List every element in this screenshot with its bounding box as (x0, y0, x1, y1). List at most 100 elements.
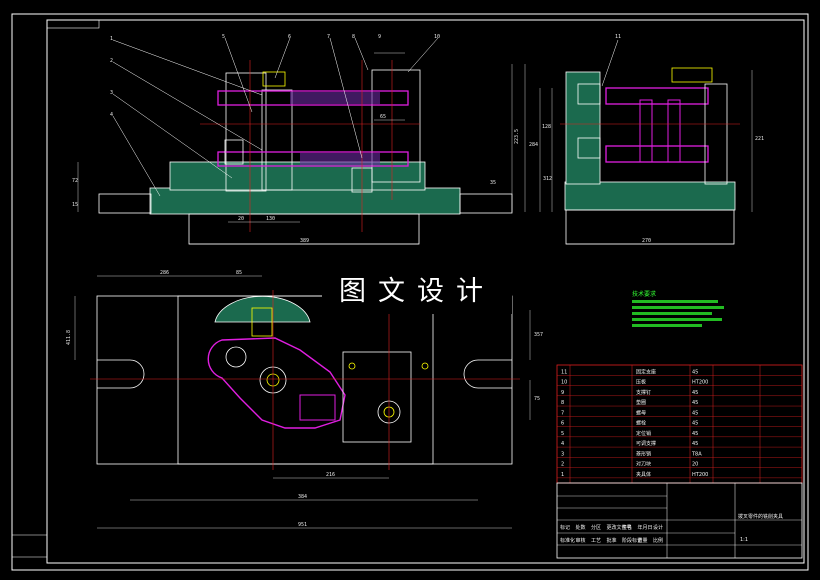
dim-label-front-h3: 72 (72, 178, 78, 184)
side-top-nut (671, 67, 713, 83)
plan-workpiece (207, 337, 346, 429)
bom-item-number: 8 (561, 400, 564, 406)
balloon-2: 2 (110, 58, 113, 64)
balloon-9: 9 (378, 34, 381, 40)
dim-label-plan-slot: 216 (326, 472, 335, 478)
balloon-10: 10 (434, 34, 440, 40)
dim-label-plan-top-mid: 85 (236, 270, 242, 276)
balloon-1: 1 (110, 36, 113, 42)
notes-line-2 (632, 306, 724, 309)
bom-item-number: 1 (561, 472, 564, 478)
balloon-11: 11 (615, 34, 621, 40)
dim-label-front-height: 223.5 (514, 129, 520, 144)
dim-label-plan-right: 357 (534, 332, 543, 338)
bom-item-number: 3 (561, 451, 564, 457)
title-cell-label: 审核 (576, 537, 586, 544)
notes-line-4 (632, 318, 722, 321)
plan-bracket (342, 351, 412, 443)
dim-label-front-width: 389 (300, 238, 309, 244)
technical-notes: 技术要求 (632, 290, 724, 327)
bom-item-material: 45 (692, 441, 698, 447)
bom-item-name: 可调支撑 (636, 440, 656, 447)
balloon-8: 8 (352, 34, 355, 40)
title-cell-label: 标记 (560, 524, 570, 531)
dim-label-side-h1: 128 (542, 124, 551, 130)
bom-item-name: 螺栓 (636, 420, 646, 427)
dim-label-plan-top-left: 286 (160, 270, 169, 276)
bom-item-name: 对刀块 (636, 461, 651, 468)
bom-item-number: 4 (561, 441, 564, 447)
plan-left-u-slot (97, 359, 145, 389)
balloon-3: 3 (110, 90, 113, 96)
notes-line-5 (632, 324, 702, 327)
leader-2 (112, 61, 263, 151)
side-upper-plate (605, 87, 709, 105)
front-base (149, 187, 461, 215)
title-cell-label: 比例 (653, 537, 663, 544)
dim-label-front-h4: 15 (72, 202, 78, 208)
bom-item-material: HT200 (692, 380, 708, 386)
title-cell-label: 工艺 (591, 538, 601, 544)
bom-item-name: 螺母 (636, 409, 646, 416)
dim-label-plan-inner: 384 (298, 494, 307, 500)
leader-5 (224, 37, 253, 113)
title-cell-label: 重量 (638, 537, 648, 544)
balloon-5: 5 (222, 34, 225, 40)
dim-label-side-h3: 221 (755, 136, 764, 142)
side-post-2 (667, 99, 681, 163)
bom-item-name: 菱形销 (636, 450, 651, 457)
plan-hole-b (421, 362, 429, 370)
bom-frame (556, 364, 803, 484)
title-cell-label: 设计 (653, 524, 663, 531)
leader-9 (407, 37, 439, 73)
front-lower-plate-hatch (300, 153, 380, 165)
bom-item-number: 6 (561, 421, 564, 427)
front-foot-right (459, 193, 513, 214)
bom-item-material: 45 (692, 390, 698, 396)
bom-item-name: 固定支座 (636, 368, 656, 375)
bom-item-name: 压板 (636, 379, 646, 386)
dim-label-front-d2: 20 (238, 216, 244, 222)
plan-top-arc (214, 295, 311, 323)
title-misc: 标记 处数 分区 更改文件号签名 年月日 设计标准化 审核 工艺 批准 阶段标记重量 比例 (560, 524, 663, 544)
watermark: 图文设计 (322, 270, 512, 314)
title-frame (556, 482, 803, 559)
bom-item-number: 5 (561, 431, 564, 437)
leader-4 (112, 115, 161, 197)
side-post-1 (639, 99, 653, 163)
dim-label-front-h5: 35 (490, 180, 496, 186)
front-view (77, 37, 526, 245)
dim-label-side-width: 270 (642, 238, 651, 244)
balloon-4: 4 (110, 112, 113, 118)
bom-item-material: 20 (692, 462, 698, 468)
dim-label-plan-width: 951 (298, 522, 307, 528)
side-leader (601, 39, 619, 87)
dim-label-front-d3: 65 (380, 114, 386, 120)
plan-hole-left (225, 346, 247, 368)
balloon-7: 7 (327, 34, 330, 40)
notes-line-3 (632, 312, 712, 315)
bom-item-material: T8A (691, 451, 702, 457)
leader-8 (354, 37, 369, 71)
title-block: 拨叉零件的铣削夹具 1:1 标记 处数 分区 更改文件号签名 年月日 设计标准化 审核 工艺批… (556, 482, 803, 559)
plan-right-u-slot (463, 359, 512, 389)
side-base (564, 181, 736, 211)
bom-item-material: 45 (692, 421, 698, 427)
title-scale: 1:1 (740, 537, 748, 543)
plan-hole-a (348, 362, 356, 370)
title-cell-label: 标准化 (560, 537, 575, 544)
bom-item-material: 45 (692, 369, 698, 375)
bom-item-material: 45 (692, 431, 698, 437)
dim-label-front-d1: 130 (266, 216, 275, 222)
bom-item-number: 2 (561, 462, 564, 468)
bom-text: 11 固定支座 45 10 压板 HT200 9 支撑钉 45 8 垫圈 45 7 螺母 45 6 螺栓 45 5 定… (561, 368, 708, 478)
plan-workpiece-inner (299, 394, 336, 421)
bom-item-material: HT200 (692, 472, 708, 478)
bom-item-name: 夹具体 (636, 471, 651, 478)
bom-table: 11 固定支座 45 10 压板 HT200 9 支撑钉 45 8 垫圈 45 7 螺母 45 6 螺栓 45 5 定… (556, 364, 803, 484)
notes-title: 技术要求 (632, 290, 656, 298)
bom-item-material: 45 (692, 410, 698, 416)
bom-item-number: 9 (561, 390, 564, 396)
title-cell-label: 批准 (607, 537, 617, 544)
dim-label-front-h2: 284 (529, 142, 538, 148)
